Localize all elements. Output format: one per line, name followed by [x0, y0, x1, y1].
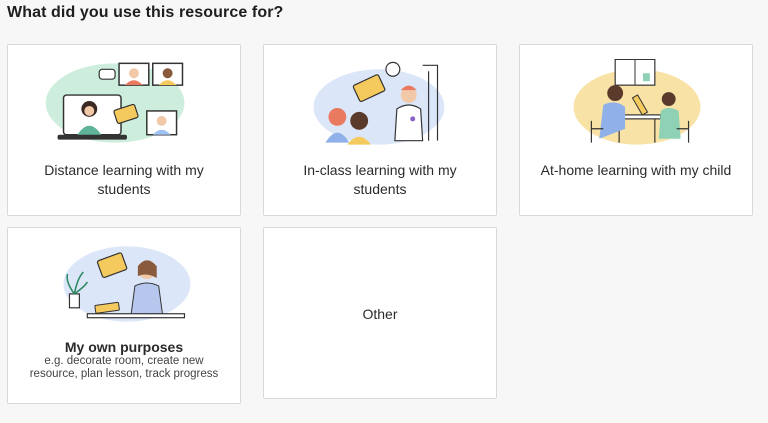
question-heading: What did you use this resource for? [7, 4, 284, 21]
option-card-distance-learning[interactable]: Distance learning with my students [7, 44, 241, 216]
option-label: At-home learning with my child [540, 162, 732, 178]
video-call-icon [45, 62, 185, 143]
desk-planning-icon [63, 246, 191, 322]
option-card-own-purposes[interactable]: My own purposes e.g. decorate room, crea… [7, 227, 241, 404]
option-card-other[interactable]: Other [263, 227, 497, 399]
parent-child-table-icon [573, 59, 701, 145]
option-label: Other [362, 306, 398, 322]
option-card-in-class-learning[interactable]: In-class learning with my students [263, 44, 497, 216]
option-description: e.g. decorate room, create new resource,… [29, 355, 219, 380]
classroom-teacher-icon [313, 61, 445, 145]
option-label: In-class learning with my students [303, 162, 457, 197]
option-card-at-home-learning[interactable]: At-home learning with my child [519, 44, 753, 216]
option-label: Distance learning with my students [44, 162, 204, 197]
